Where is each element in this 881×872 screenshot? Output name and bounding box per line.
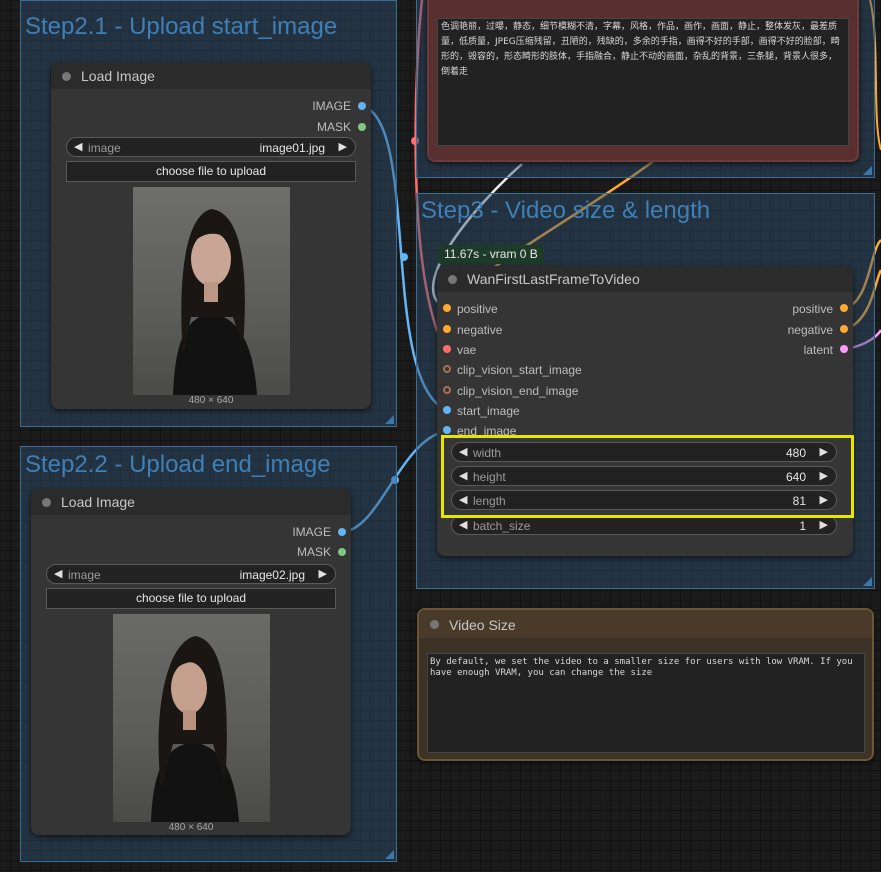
node-title: WanFirstLastFrameToVideo [467,271,640,287]
image-dimensions: 480 × 640 [188,395,234,406]
input-clip-vision-start-label: clip_vision_start_image [457,363,582,377]
output-latent-label: latent [803,343,833,357]
image-preview [113,614,270,822]
input-start-image-label: start_image [457,404,520,418]
group-title: Step2.1 - Upload start_image [25,13,338,40]
collapse-dot-icon[interactable] [430,620,439,629]
load-image-end-node[interactable]: Load Image IMAGE MASK ◀ image image02.jp… [31,489,351,835]
upload-button[interactable]: choose file to upload [46,588,336,609]
image-dimensions: 480 × 640 [168,822,214,833]
node-title: Load Image [61,494,135,510]
input-end-image-port[interactable] [443,426,451,434]
image-select[interactable]: ◀ image image01.jpg ▶ [66,137,356,157]
collapse-dot-icon[interactable] [62,72,71,81]
resize-handle[interactable] [385,850,394,859]
highlight-box [441,435,854,518]
input-vae-label: vae [457,343,477,357]
output-latent-port[interactable] [840,345,848,353]
output-mask-port[interactable] [358,123,366,131]
output-positive-label: positive [792,302,833,316]
output-positive-port[interactable] [840,304,848,312]
resize-handle[interactable] [385,415,394,424]
input-positive-port[interactable] [443,304,451,312]
output-mask-port[interactable] [338,548,346,556]
prev-arrow-icon[interactable]: ◀ [54,567,62,580]
next-arrow-icon[interactable]: ▶ [339,140,347,153]
negative-prompt-textarea[interactable]: 色调艳丽，过曝，静态，细节模糊不清，字幕，风格，作品，画作，画面，静止，整体发灰… [437,18,849,146]
output-image-label: IMAGE [292,525,331,539]
output-negative-label: negative [787,323,833,337]
output-mask-label: MASK [296,545,331,559]
increment-arrow-icon[interactable]: ▶ [820,518,828,531]
upload-button[interactable]: choose file to upload [66,161,356,182]
node-header[interactable]: WanFirstLastFrameToVideo [437,266,853,292]
portrait-image [151,636,239,822]
note-textarea[interactable]: By default, we set the video to a smalle… [427,653,865,753]
output-mask-label: MASK [316,120,351,134]
output-image-port[interactable] [338,528,346,536]
note-text: By default, we set the video to a smalle… [430,657,853,678]
image-preview [133,187,290,395]
collapse-dot-icon[interactable] [448,275,457,284]
collapse-dot-icon[interactable] [42,498,51,507]
load-image-start-node[interactable]: Load Image IMAGE MASK ◀ image image01.jp… [51,63,371,409]
input-clip-vision-end-port[interactable] [443,386,451,394]
negative-prompt-text: 色调艳丽，过曝，静态，细节模糊不清，字幕，风格，作品，画作，画面，静止，整体发灰… [441,22,840,77]
output-negative-port[interactable] [840,325,848,333]
decrement-arrow-icon[interactable]: ◀ [459,518,467,531]
input-positive-label: positive [457,302,498,316]
group-title: Step2.2 - Upload end_image [25,451,331,478]
node-header[interactable]: Load Image [31,489,351,515]
portrait-image [173,209,257,395]
node-header[interactable]: Video Size [419,610,872,638]
input-start-image-port[interactable] [443,406,451,414]
execution-time-badge: 11.67s - vram 0 B [438,245,544,264]
group-title: Step3 - Video size & length [421,197,711,224]
input-negative-port[interactable] [443,325,451,333]
input-negative-label: negative [457,323,503,337]
resize-handle[interactable] [863,577,872,586]
image-select[interactable]: ◀ image image02.jpg ▶ [46,564,336,584]
next-arrow-icon[interactable]: ▶ [319,567,327,580]
prev-arrow-icon[interactable]: ◀ [74,140,82,153]
node-header[interactable]: Load Image [51,63,371,89]
negative-prompt-node[interactable]: 色调艳丽，过曝，静态，细节模糊不清，字幕，风格，作品，画作，画面，静止，整体发灰… [427,0,859,162]
input-clip-vision-end-label: clip_vision_end_image [457,384,579,398]
output-image-port[interactable] [358,102,366,110]
video-size-note-node[interactable]: Video Size By default, we set the video … [417,608,874,761]
node-title: Video Size [449,617,516,633]
node-title: Load Image [81,68,155,84]
resize-handle[interactable] [863,166,872,175]
input-vae-port[interactable] [443,345,451,353]
output-image-label: IMAGE [312,99,351,113]
batch-size-stepper[interactable]: ◀ batch_size 1 ▶ [451,515,837,535]
input-clip-vision-start-port[interactable] [443,365,451,373]
